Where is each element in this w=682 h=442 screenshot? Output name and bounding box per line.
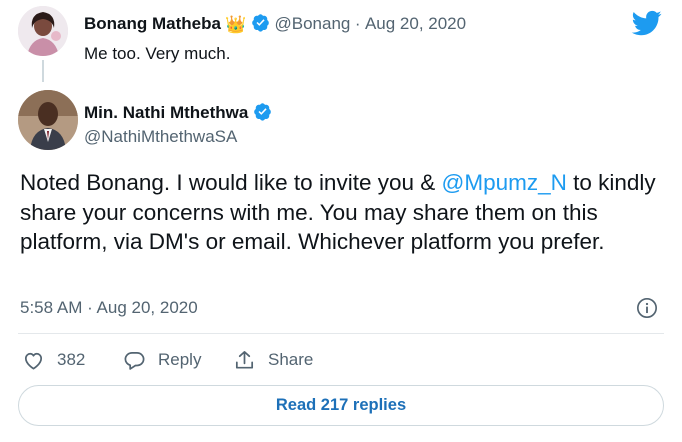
avatar[interactable] — [18, 6, 68, 56]
mention-link[interactable]: @Mpumz_N — [442, 170, 567, 195]
parent-tweet-text: Me too. Very much. — [84, 44, 231, 63]
author-name[interactable]: Bonang Matheba — [84, 14, 221, 33]
like-button[interactable]: 382 — [22, 346, 85, 374]
crown-emoji: 👑 — [225, 15, 247, 34]
share-label: Share — [268, 350, 314, 369]
divider — [18, 333, 664, 334]
tweet-text-start: Noted Bonang. I would like to invite you… — [20, 170, 442, 195]
info-icon[interactable] — [636, 297, 658, 319]
heart-icon — [24, 352, 43, 370]
avatar[interactable] — [18, 90, 78, 150]
speech-bubble-icon — [124, 351, 145, 370]
share-button[interactable]: Share — [233, 346, 313, 374]
author-name-row: Min. Nathi Mthethwa — [84, 102, 272, 123]
verified-badge-icon — [254, 103, 271, 121]
like-count: 382 — [57, 350, 86, 369]
thread-line — [42, 60, 44, 82]
author-handle[interactable]: @NathiMthethwaSA — [84, 127, 237, 147]
author-handle[interactable]: @Bonang — [274, 14, 350, 33]
tweet-timestamp[interactable]: 5:58 AM · Aug 20, 2020 — [20, 298, 198, 318]
reply-button[interactable]: Reply — [123, 346, 201, 374]
share-upload-icon — [235, 350, 254, 369]
avatar-image — [18, 90, 78, 150]
tweet-text: Noted Bonang. I would like to invite you… — [20, 168, 670, 257]
avatar-image — [18, 6, 68, 56]
separator: · — [354, 14, 361, 33]
read-replies-button[interactable]: Read 217 replies — [18, 385, 664, 426]
author-name[interactable]: Min. Nathi Mthethwa — [84, 103, 248, 122]
reply-label: Reply — [158, 350, 202, 369]
parent-tweet-header: Bonang Matheba 👑 @Bonang · Aug 20, 2020 — [84, 13, 466, 35]
verified-badge-icon — [252, 14, 269, 32]
twitter-bird-icon[interactable] — [630, 8, 664, 38]
tweet-date[interactable]: Aug 20, 2020 — [365, 14, 466, 33]
